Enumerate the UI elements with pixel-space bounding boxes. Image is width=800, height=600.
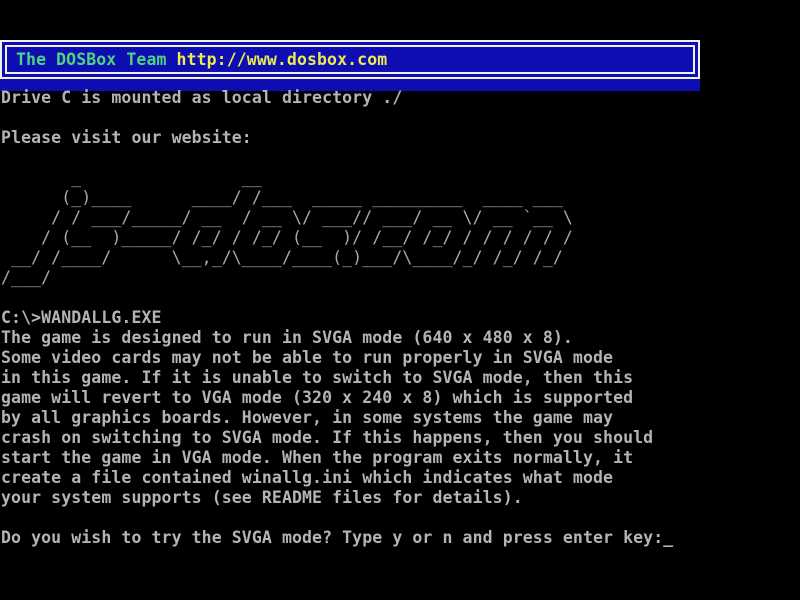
dosbox-team-label: The DOSBox Team [16,50,177,70]
input-prompt-line[interactable]: Do you wish to try the SVGA mode? Type y… [1,528,673,548]
dosbox-url-text: http://www.dosbox.com [177,50,388,70]
dosbox-banner: The DOSBox Team http://www.dosbox.com [0,40,700,91]
text-cursor: _ [663,528,673,547]
jsdos-ascii-logo: _ __ (_)____ ____/ /___ _____ _________ … [1,168,573,288]
dosbox-banner-box: The DOSBox Team http://www.dosbox.com [0,40,700,79]
prompt-text: Do you wish to try the SVGA mode? Type y… [1,528,663,547]
dosbox-terminal-screen[interactable]: The DOSBox Team http://www.dosbox.com Dr… [0,0,800,600]
program-output: C:\>WANDALLG.EXE The game is designed to… [1,308,653,508]
startup-messages: Drive C is mounted as local directory ./… [1,88,402,148]
